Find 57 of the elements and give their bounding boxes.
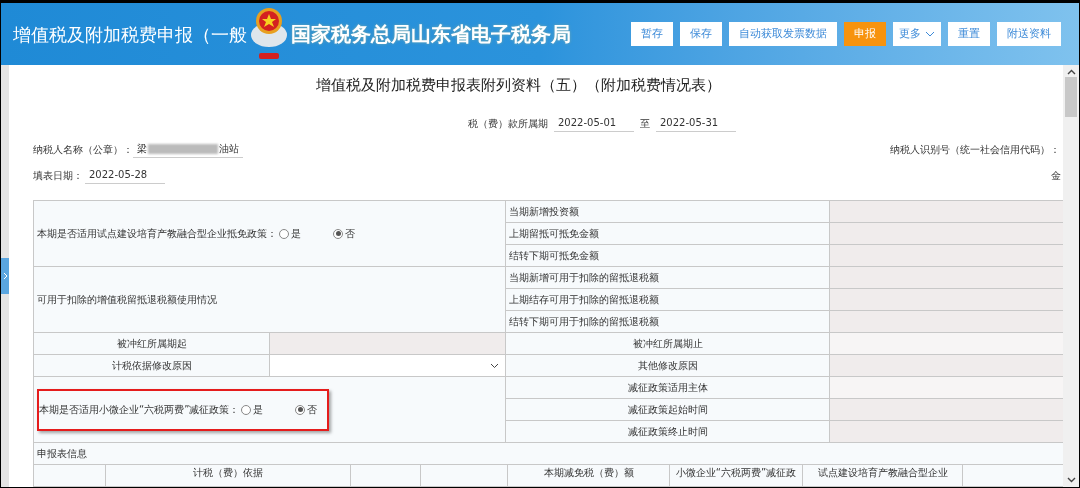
- table-cell: 减征政策终止时间: [506, 421, 830, 443]
- section-label: 申报表信息: [34, 443, 1063, 465]
- scroll-thumb[interactable]: [1065, 77, 1077, 117]
- question-label: 本期是否适用小微企业“六税两费”减征政策：: [39, 403, 240, 417]
- question-label: 本期是否适用试点建设培育产教融合型企业抵免政策：: [37, 227, 277, 241]
- field-label: 税（费）款所属期: [468, 116, 548, 131]
- toolbar-button[interactable]: 附送资料: [997, 22, 1061, 46]
- chevron-down-icon: [490, 362, 499, 369]
- table-cell: 其他修改原因: [506, 355, 830, 377]
- field-label: 纳税人识别号（统一社会信用代码）：: [890, 142, 1060, 157]
- date-field[interactable]: 2022-05-31: [656, 115, 736, 132]
- field-label: 金: [1051, 168, 1061, 183]
- toolbar-button[interactable]: 保存: [680, 22, 722, 46]
- scrollbar[interactable]: [1063, 65, 1079, 487]
- column-header: 本期减免税（费）额: [508, 465, 670, 487]
- table-cell: 被冲红所属期起: [34, 333, 270, 355]
- toolbar-button[interactable]: 自动获取发票数据: [729, 22, 837, 46]
- site-name-text: 国家税务总局山东省电子税务局: [291, 21, 571, 48]
- table-cell: 计税依据修改原因: [34, 355, 270, 377]
- field-value: 梁: [137, 142, 147, 156]
- caret-icon: [925, 31, 935, 37]
- scroll-down-icon[interactable]: [1066, 477, 1076, 483]
- form-title: 增值税及附加税费申报表附列资料（五）（附加税费情况表）: [315, 76, 721, 94]
- date-field[interactable]: 2022-05-28: [85, 167, 165, 184]
- chevron-right-icon: [2, 272, 8, 280]
- column-header: 小微企业“六税两费”减征政: [670, 465, 803, 487]
- radio-option[interactable]: 是: [241, 402, 264, 417]
- field-value: 油站: [219, 142, 239, 156]
- radio-option[interactable]: 否: [295, 402, 318, 417]
- redaction-bar: [148, 144, 218, 154]
- input-field[interactable]: [830, 333, 1063, 355]
- column-header: 试点建设培育产教融合型企业: [803, 465, 963, 487]
- field-label: 纳税人名称（公章）：: [33, 142, 133, 157]
- toolbar-button[interactable]: 重置: [948, 22, 990, 46]
- table-cell: 被冲红所属期止: [506, 333, 830, 355]
- table-cell: 当期新增可用于扣除的留抵退税额: [506, 267, 830, 289]
- name-field[interactable]: 梁 油站: [133, 141, 243, 158]
- table-cell: 上期结存可用于扣除的留抵退税额: [506, 289, 830, 311]
- select-field[interactable]: [270, 355, 506, 377]
- table-cell: 上期留抵可抵免金额: [506, 223, 830, 245]
- radio-option[interactable]: 是: [279, 226, 301, 241]
- input-field[interactable]: [830, 377, 1063, 399]
- more-dropdown[interactable]: 更多: [893, 22, 941, 46]
- field-label: 至: [640, 116, 650, 131]
- table-cell: 结转下期可用于扣除的留抵退税额: [506, 311, 830, 333]
- table-cell: 减征政策适用主体: [506, 377, 830, 399]
- scroll-up-icon[interactable]: [1066, 69, 1076, 75]
- column-header: 计税（费）依据: [106, 465, 351, 487]
- page-title: 增值税及附加税费申报（一般: [13, 22, 247, 47]
- table-cell: 减征政策起始时间: [506, 399, 830, 421]
- table-cell: 当期新增投资额: [506, 201, 830, 223]
- radio-option[interactable]: 否: [333, 226, 355, 241]
- table-cell: 结转下期可抵免金额: [506, 245, 830, 267]
- toolbar-button[interactable]: 暂存: [631, 22, 673, 46]
- date-field[interactable]: 2022-05-01: [554, 115, 634, 132]
- field-label: 填表日期：: [33, 168, 83, 183]
- sidebar-toggle[interactable]: [1, 258, 9, 294]
